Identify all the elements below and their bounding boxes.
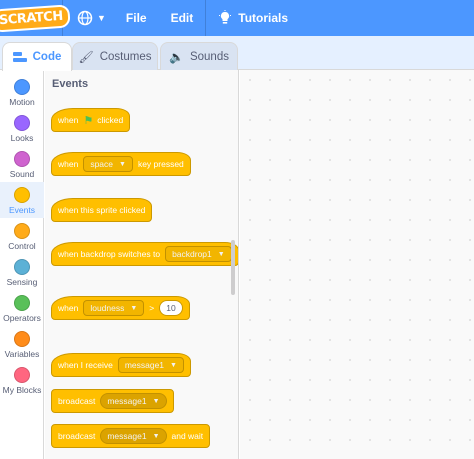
- brush-icon: 🖌: [78, 50, 94, 64]
- when-key-pressed-block[interactable]: when space ▼ key pressed: [51, 152, 191, 176]
- code-icon: [12, 52, 27, 62]
- category-my-blocks[interactable]: My Blocks: [0, 362, 44, 398]
- message-dropdown[interactable]: message1 ▼: [117, 357, 184, 373]
- tab-costumes-label: Costumes: [99, 51, 152, 63]
- key-dropdown[interactable]: space ▼: [83, 156, 133, 172]
- broadcast-and-wait-block[interactable]: broadcast message1 ▼ and wait: [51, 424, 211, 448]
- speaker-icon: 🔈: [169, 50, 184, 64]
- category-label: Sound: [9, 169, 35, 179]
- looks-color-dot: [14, 115, 30, 131]
- sensor-dropdown[interactable]: loudness ▼: [83, 300, 145, 316]
- block-text: when I receive: [58, 360, 113, 370]
- chevron-down-icon: ▼: [152, 397, 160, 405]
- lightbulb-icon: [219, 10, 232, 24]
- category-label: My Blocks: [2, 385, 42, 395]
- palette-section-title: Events: [52, 78, 89, 90]
- chevron-down-icon: ▼: [217, 250, 225, 258]
- tab-sounds-label: Sounds: [189, 51, 229, 63]
- category-control[interactable]: Control: [0, 218, 44, 254]
- tutorials-label: Tutorials: [238, 11, 289, 25]
- message-dropdown[interactable]: message1 ▼: [100, 393, 167, 409]
- block-text: key pressed: [137, 159, 184, 169]
- category-label: Events: [9, 205, 35, 215]
- sensing-color-dot: [14, 259, 30, 275]
- tab-code[interactable]: Code: [2, 42, 72, 71]
- script-workspace[interactable]: [240, 70, 474, 459]
- category-motion[interactable]: Motion: [0, 74, 44, 110]
- category-variables[interactable]: Variables: [0, 326, 44, 362]
- when-greater-than-block[interactable]: when loudness ▼ > 10: [51, 296, 190, 320]
- category-label: Variables: [4, 349, 40, 359]
- category-events[interactable]: Events: [0, 182, 44, 218]
- dropdown-value: message1: [107, 431, 147, 441]
- tab-code-label: Code: [32, 51, 62, 63]
- dropdown-value: loudness: [90, 303, 125, 313]
- category-sound[interactable]: Sound: [0, 146, 44, 182]
- category-sensing[interactable]: Sensing: [0, 254, 44, 290]
- chevron-down-icon: ▼: [152, 432, 160, 440]
- tab-sounds[interactable]: 🔈 Sounds: [160, 42, 238, 71]
- chevron-down-icon: ▼: [170, 361, 177, 369]
- category-label: Operators: [3, 313, 41, 323]
- when-flag-clicked-block[interactable]: when ⚑ clicked: [51, 108, 131, 132]
- scratch-logo[interactable]: SCRATCH: [0, 0, 71, 36]
- sound-color-dot: [14, 151, 30, 167]
- globe-icon: [77, 10, 93, 26]
- dropdown-value: space: [90, 159, 114, 169]
- chevron-down-icon: ▼: [97, 13, 106, 23]
- threshold-input[interactable]: 10: [159, 300, 183, 316]
- block-palette: Events when ⚑ clicked when space ▼ key p…: [45, 70, 239, 459]
- edit-menu[interactable]: Edit: [159, 0, 206, 36]
- control-color-dot: [14, 223, 30, 239]
- block-text: and wait: [171, 431, 204, 441]
- palette-scrollbar[interactable]: [231, 240, 235, 295]
- menu-bar: SCRATCH ▼ File Edit Tutorials: [0, 0, 474, 36]
- block-text: when: [58, 159, 79, 169]
- tutorials-button[interactable]: Tutorials: [206, 0, 300, 36]
- dropdown-value: backdrop1: [172, 249, 212, 259]
- scratch-logo-text: SCRATCH: [0, 3, 71, 33]
- category-looks[interactable]: Looks: [0, 110, 44, 146]
- backdrop-dropdown[interactable]: backdrop1 ▼: [165, 246, 232, 262]
- variables-color-dot: [14, 331, 30, 347]
- block-text: broadcast: [58, 431, 96, 441]
- my-blocks-color-dot: [14, 367, 30, 383]
- category-label: Control: [8, 241, 36, 251]
- file-menu[interactable]: File: [114, 0, 159, 36]
- block-text: when backdrop switches to: [58, 249, 161, 259]
- category-menu: Motion Looks Sound Events Control Sensin…: [0, 70, 44, 459]
- category-label: Motion: [9, 97, 35, 107]
- broadcast-block[interactable]: broadcast message1 ▼: [51, 389, 174, 413]
- dropdown-value: message1: [107, 396, 147, 406]
- when-sprite-clicked-block[interactable]: when this sprite clicked: [51, 198, 153, 222]
- operators-color-dot: [14, 295, 30, 311]
- chevron-down-icon: ▼: [119, 160, 126, 168]
- category-label: Looks: [10, 133, 34, 143]
- chevron-down-icon: ▼: [130, 304, 138, 312]
- events-color-dot: [14, 187, 30, 203]
- category-operators[interactable]: Operators: [0, 290, 44, 326]
- motion-color-dot: [14, 79, 30, 95]
- block-text: when: [58, 303, 79, 313]
- tab-costumes[interactable]: 🖌 Costumes: [72, 42, 158, 71]
- message-dropdown[interactable]: message1 ▼: [100, 428, 167, 444]
- when-i-receive-block[interactable]: when I receive message1 ▼: [51, 353, 191, 377]
- green-flag-icon: ⚑: [83, 114, 94, 127]
- block-text: broadcast: [58, 396, 96, 406]
- block-text: when: [58, 115, 79, 125]
- language-button[interactable]: ▼: [63, 0, 114, 36]
- dropdown-value: message1: [124, 360, 165, 370]
- block-text: clicked: [97, 115, 124, 125]
- editor-tabs: Code 🖌 Costumes 🔈 Sounds: [0, 36, 474, 71]
- operator-text: >: [149, 303, 155, 313]
- category-label: Sensing: [6, 277, 38, 287]
- when-backdrop-switches-block[interactable]: when backdrop switches to backdrop1 ▼: [51, 242, 238, 266]
- block-text: when this sprite clicked: [58, 205, 146, 215]
